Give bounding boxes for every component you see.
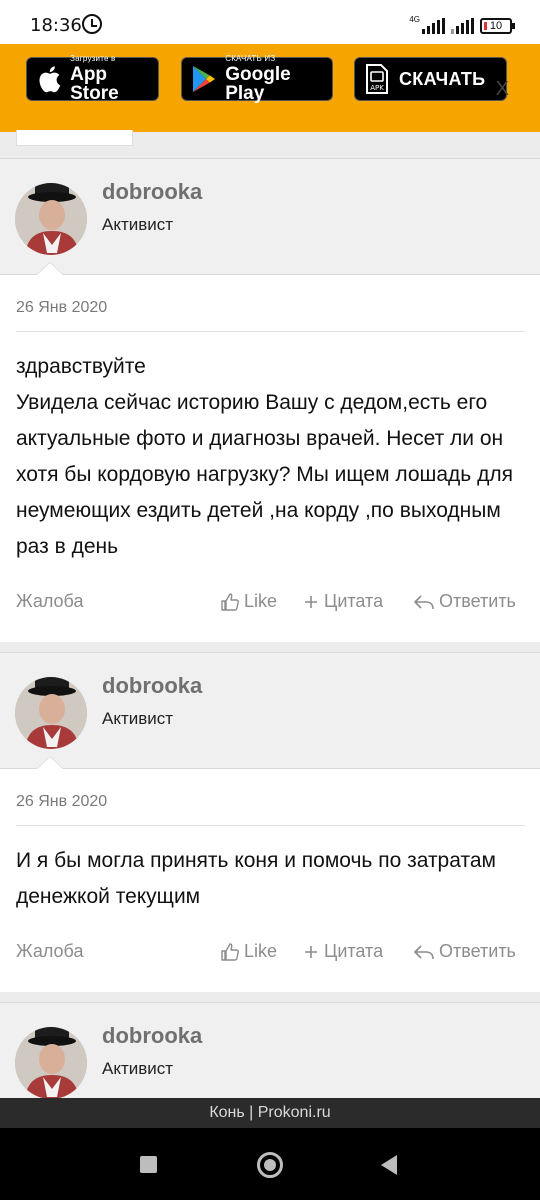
google-play-icon xyxy=(190,65,217,93)
post-date: 26 Янв 2020 xyxy=(16,793,108,810)
recents-icon[interactable] xyxy=(140,1156,157,1173)
status-indicators: 4G 10 xyxy=(409,14,515,34)
reply-button[interactable]: Ответить xyxy=(413,941,516,962)
quote-label: Цитата xyxy=(324,941,384,961)
app-store-label: App Store xyxy=(70,64,119,104)
apk-download-label: СКАЧАТЬ xyxy=(399,68,486,89)
status-time: 18:36 xyxy=(30,15,82,36)
reply-label: Ответить xyxy=(439,941,516,961)
like-label: Like xyxy=(244,591,278,611)
avatar[interactable] xyxy=(15,677,87,749)
plus-icon xyxy=(305,945,317,958)
post-header: dobrooka Активист xyxy=(0,652,540,768)
google-play-label: Google Play xyxy=(225,64,291,104)
quote-button[interactable]: Цитата xyxy=(302,591,383,612)
plus-icon xyxy=(305,595,317,608)
user-role: Активист xyxy=(102,709,174,728)
signal-icon xyxy=(422,18,445,34)
like-label: Like xyxy=(244,941,278,961)
app-store-caption: Загрузите в xyxy=(70,54,116,63)
app-download-banner: Загрузите в App Store СКАЧАТЬ ИЗ Google … xyxy=(0,44,540,132)
app-store-button[interactable]: Загрузите в App Store xyxy=(26,54,159,104)
alarm-icon xyxy=(82,14,102,34)
reply-button[interactable]: Ответить xyxy=(413,591,516,612)
site-footer: Конь | Prokoni.ru xyxy=(0,1098,540,1128)
reply-icon xyxy=(414,944,434,959)
post-actions: Жалоба Like Цитата Ответить xyxy=(16,591,524,615)
username[interactable]: dobrooka xyxy=(102,179,202,205)
tab-remnant xyxy=(16,130,133,146)
footer-text[interactable]: Конь | Prokoni.ru xyxy=(209,1104,330,1121)
like-button[interactable]: Like xyxy=(220,591,277,612)
speech-pointer xyxy=(36,756,64,769)
reply-icon xyxy=(414,594,434,609)
battery-icon: 10 xyxy=(480,18,515,34)
thumbs-up-icon xyxy=(221,592,239,611)
post-actions: Жалоба Like Цитата Ответить xyxy=(16,941,524,965)
thumbs-up-icon xyxy=(221,942,239,961)
post-date: 26 Янв 2020 xyxy=(16,299,108,316)
avatar[interactable] xyxy=(15,183,87,255)
complaint-link[interactable]: Жалоба xyxy=(16,941,83,962)
signal-icon-2 xyxy=(451,18,474,34)
apk-file-icon: APK xyxy=(363,64,391,94)
back-icon[interactable] xyxy=(381,1155,397,1175)
user-role: Активист xyxy=(102,1059,174,1078)
apple-icon xyxy=(35,65,62,93)
quote-button[interactable]: Цитата xyxy=(302,941,383,962)
username[interactable]: dobrooka xyxy=(102,673,202,699)
post-body: 26 Янв 2020 здравствуйте Увидела сейчас … xyxy=(0,262,540,642)
forum-post: dobrooka Активист 26 Янв 2020 И я бы мог… xyxy=(0,652,540,992)
quote-label: Цитата xyxy=(324,591,384,611)
divider xyxy=(16,331,525,332)
username[interactable]: dobrooka xyxy=(102,1023,202,1049)
home-icon[interactable] xyxy=(257,1152,283,1178)
battery-level: 10 xyxy=(489,20,503,32)
status-bar: 18:36 4G 10 xyxy=(0,0,540,44)
avatar[interactable] xyxy=(15,1027,87,1099)
network-type: 4G xyxy=(409,15,420,24)
banner-close-button[interactable]: X xyxy=(496,78,509,101)
system-nav-bar xyxy=(0,1128,540,1200)
complaint-link[interactable]: Жалоба xyxy=(16,591,83,612)
forum-post: dobrooka Активист 26 Янв 2020 здравствуй… xyxy=(0,158,540,642)
reply-label: Ответить xyxy=(439,591,516,611)
divider xyxy=(16,825,525,826)
post-text: здравствуйте Увидела сейчас историю Вашу… xyxy=(16,355,513,558)
google-play-caption: СКАЧАТЬ ИЗ xyxy=(225,54,276,63)
like-button[interactable]: Like xyxy=(220,941,277,962)
post-body: 26 Янв 2020 И я бы могла принять коня и … xyxy=(0,756,540,992)
apk-badge: APK xyxy=(370,84,384,92)
google-play-button[interactable]: СКАЧАТЬ ИЗ Google Play xyxy=(181,54,333,104)
post-header: dobrooka Активист xyxy=(0,158,540,274)
user-role: Активист xyxy=(102,215,174,234)
speech-pointer xyxy=(36,262,64,275)
apk-download-button[interactable]: APK СКАЧАТЬ xyxy=(354,57,507,101)
post-text: И я бы могла принять коня и помочь по за… xyxy=(16,849,496,908)
